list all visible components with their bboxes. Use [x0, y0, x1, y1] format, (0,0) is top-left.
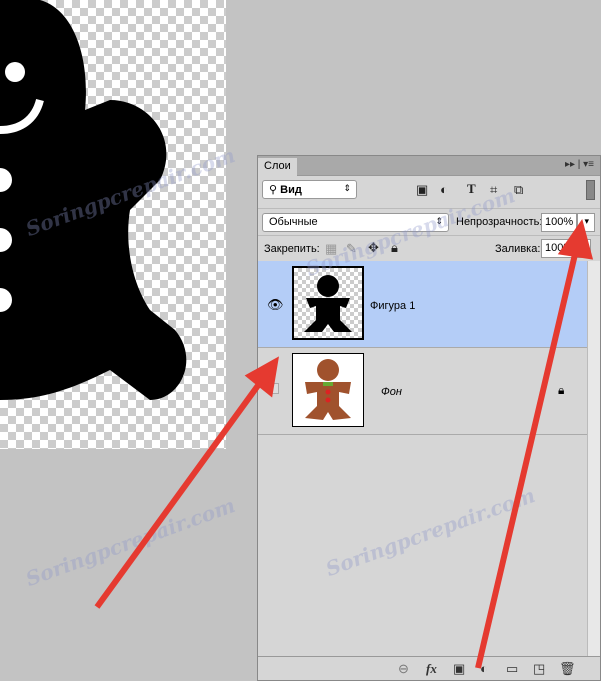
fx-icon[interactable]: fx: [426, 661, 437, 677]
lock-pixels-icon[interactable]: ✎: [346, 241, 357, 257]
opacity-input[interactable]: 100%: [541, 213, 577, 232]
adjustment-icon[interactable]: ◐: [480, 661, 488, 676]
lock-position-icon[interactable]: ✥: [368, 240, 379, 256]
mask-icon[interactable]: ▣: [453, 661, 465, 677]
filter-toggle[interactable]: [586, 180, 595, 200]
opacity-dropdown[interactable]: ▾: [577, 213, 595, 232]
opacity-label: Непрозрачность:: [456, 216, 543, 228]
lock-all-icon[interactable]: 🔒︎: [391, 240, 398, 256]
filter-label: Вид: [280, 184, 302, 196]
lock-transparency-icon[interactable]: ▦: [325, 241, 337, 257]
new-layer-icon[interactable]: ◳: [533, 661, 545, 677]
lock-icon: 🔒︎: [558, 383, 565, 397]
eye-icon[interactable]: 👁︎: [267, 297, 284, 313]
document-canvas[interactable]: [0, 0, 226, 449]
image-filter-icon[interactable]: ▣: [416, 182, 428, 198]
search-icon: ⚲: [269, 184, 281, 196]
fill-input[interactable]: 100%: [541, 239, 591, 258]
layer-name[interactable]: Фон: [381, 386, 402, 398]
tab-layers[interactable]: Слои: [258, 158, 297, 177]
lock-label: Закрепить:: [264, 243, 320, 255]
scrollbar[interactable]: [587, 261, 600, 656]
layer-row-background[interactable]: Фон 🔒︎: [258, 348, 588, 435]
layer-row-shape[interactable]: 👁︎ Фигура 1: [258, 261, 588, 348]
trash-icon[interactable]: 🗑︎: [559, 661, 576, 677]
blend-mode-value: Обычные: [269, 216, 318, 228]
shape-filter-icon[interactable]: ⌗: [490, 182, 497, 198]
smart-object-filter-icon[interactable]: ⧉: [514, 182, 523, 198]
layer-thumbnail: [292, 266, 364, 340]
adjustment-filter-icon[interactable]: ◐: [440, 182, 448, 197]
filter-select[interactable]: ⚲ Вид ⇕: [262, 180, 357, 199]
layer-name[interactable]: Фигура 1: [370, 300, 415, 312]
gingerman-shape: [0, 0, 187, 400]
watermark: Soringpcrepair.com: [22, 492, 239, 592]
panel-menu-icon[interactable]: ▸▸ | ▾≡: [565, 159, 594, 170]
fill-label: Заливка:: [495, 243, 541, 255]
link-icon[interactable]: ⊖: [398, 661, 409, 677]
panel-footer: ⊖ fx ▣ ◐ ▭ ◳ 🗑︎: [258, 656, 600, 680]
layers-panel: Слои ▸▸ | ▾≡ ⚲ Вид ⇕ ▣ ◐ T ⌗ ⧉ Обычные ⇕ Не…: [257, 155, 601, 681]
type-filter-icon[interactable]: T: [467, 181, 476, 197]
layer-thumbnail: [292, 353, 364, 427]
visibility-toggle[interactable]: [268, 383, 279, 394]
folder-icon[interactable]: ▭: [506, 661, 518, 677]
blend-mode-select[interactable]: Обычные ⇕: [262, 213, 449, 232]
